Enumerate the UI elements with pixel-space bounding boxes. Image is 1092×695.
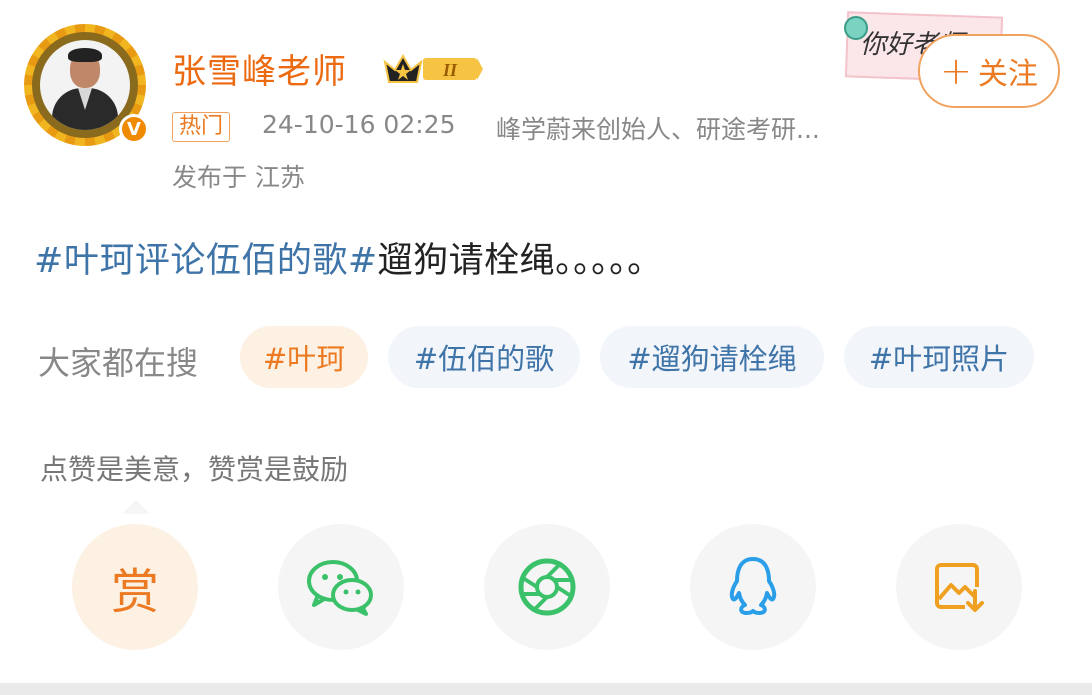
wechat-icon <box>307 560 373 616</box>
moments-icon <box>518 558 576 616</box>
reward-icon: 赏 <box>110 564 159 620</box>
topic-link[interactable]: #叶珂评论伍佰的歌# <box>34 241 378 281</box>
tip-arrow <box>122 500 150 514</box>
qq-icon <box>729 557 777 615</box>
user-description: 峰学蔚来创始人、研途考研... <box>496 115 820 144</box>
search-chip[interactable]: #叶珂 <box>240 326 368 388</box>
level-badge-text: II <box>442 60 458 80</box>
post-content: #叶珂评论伍佰的歌#遛狗请栓绳。。。。。 <box>34 232 663 283</box>
post-location: 发布于 江苏 <box>172 163 305 192</box>
reward-tip: 点赞是美意，赞赏是鼓励 <box>40 453 349 486</box>
follow-button[interactable]: + 关注 <box>918 34 1060 108</box>
search-chip[interactable]: #伍佰的歌 <box>388 326 580 388</box>
trending-search-label: 大家都在搜 <box>38 344 199 382</box>
avatar-photo <box>40 40 130 130</box>
username[interactable]: 张雪峰老师 <box>172 44 347 93</box>
reward-button[interactable]: 赏 <box>72 524 198 650</box>
search-chip[interactable]: #遛狗请栓绳 <box>600 326 824 388</box>
post-time: 24-10-16 02:25 <box>262 110 456 139</box>
share-wechat-button[interactable] <box>278 524 404 650</box>
crown-level-icon: II <box>383 53 483 83</box>
search-chip[interactable]: #叶珂照片 <box>844 326 1034 388</box>
save-image-button[interactable] <box>896 524 1022 650</box>
pin-icon <box>844 16 868 40</box>
post-body: 遛狗请栓绳。。。。。 <box>377 241 663 281</box>
hot-tag: 热门 <box>172 112 231 142</box>
bottom-divider <box>0 683 1092 695</box>
share-moments-button[interactable] <box>484 524 610 650</box>
plus-icon: + <box>940 49 972 93</box>
user-avatar[interactable]: V <box>24 24 149 146</box>
share-qq-button[interactable] <box>690 524 816 650</box>
verified-badge-icon: V <box>119 114 149 144</box>
save-image-icon <box>935 563 984 612</box>
follow-label: 关注 <box>977 57 1038 92</box>
